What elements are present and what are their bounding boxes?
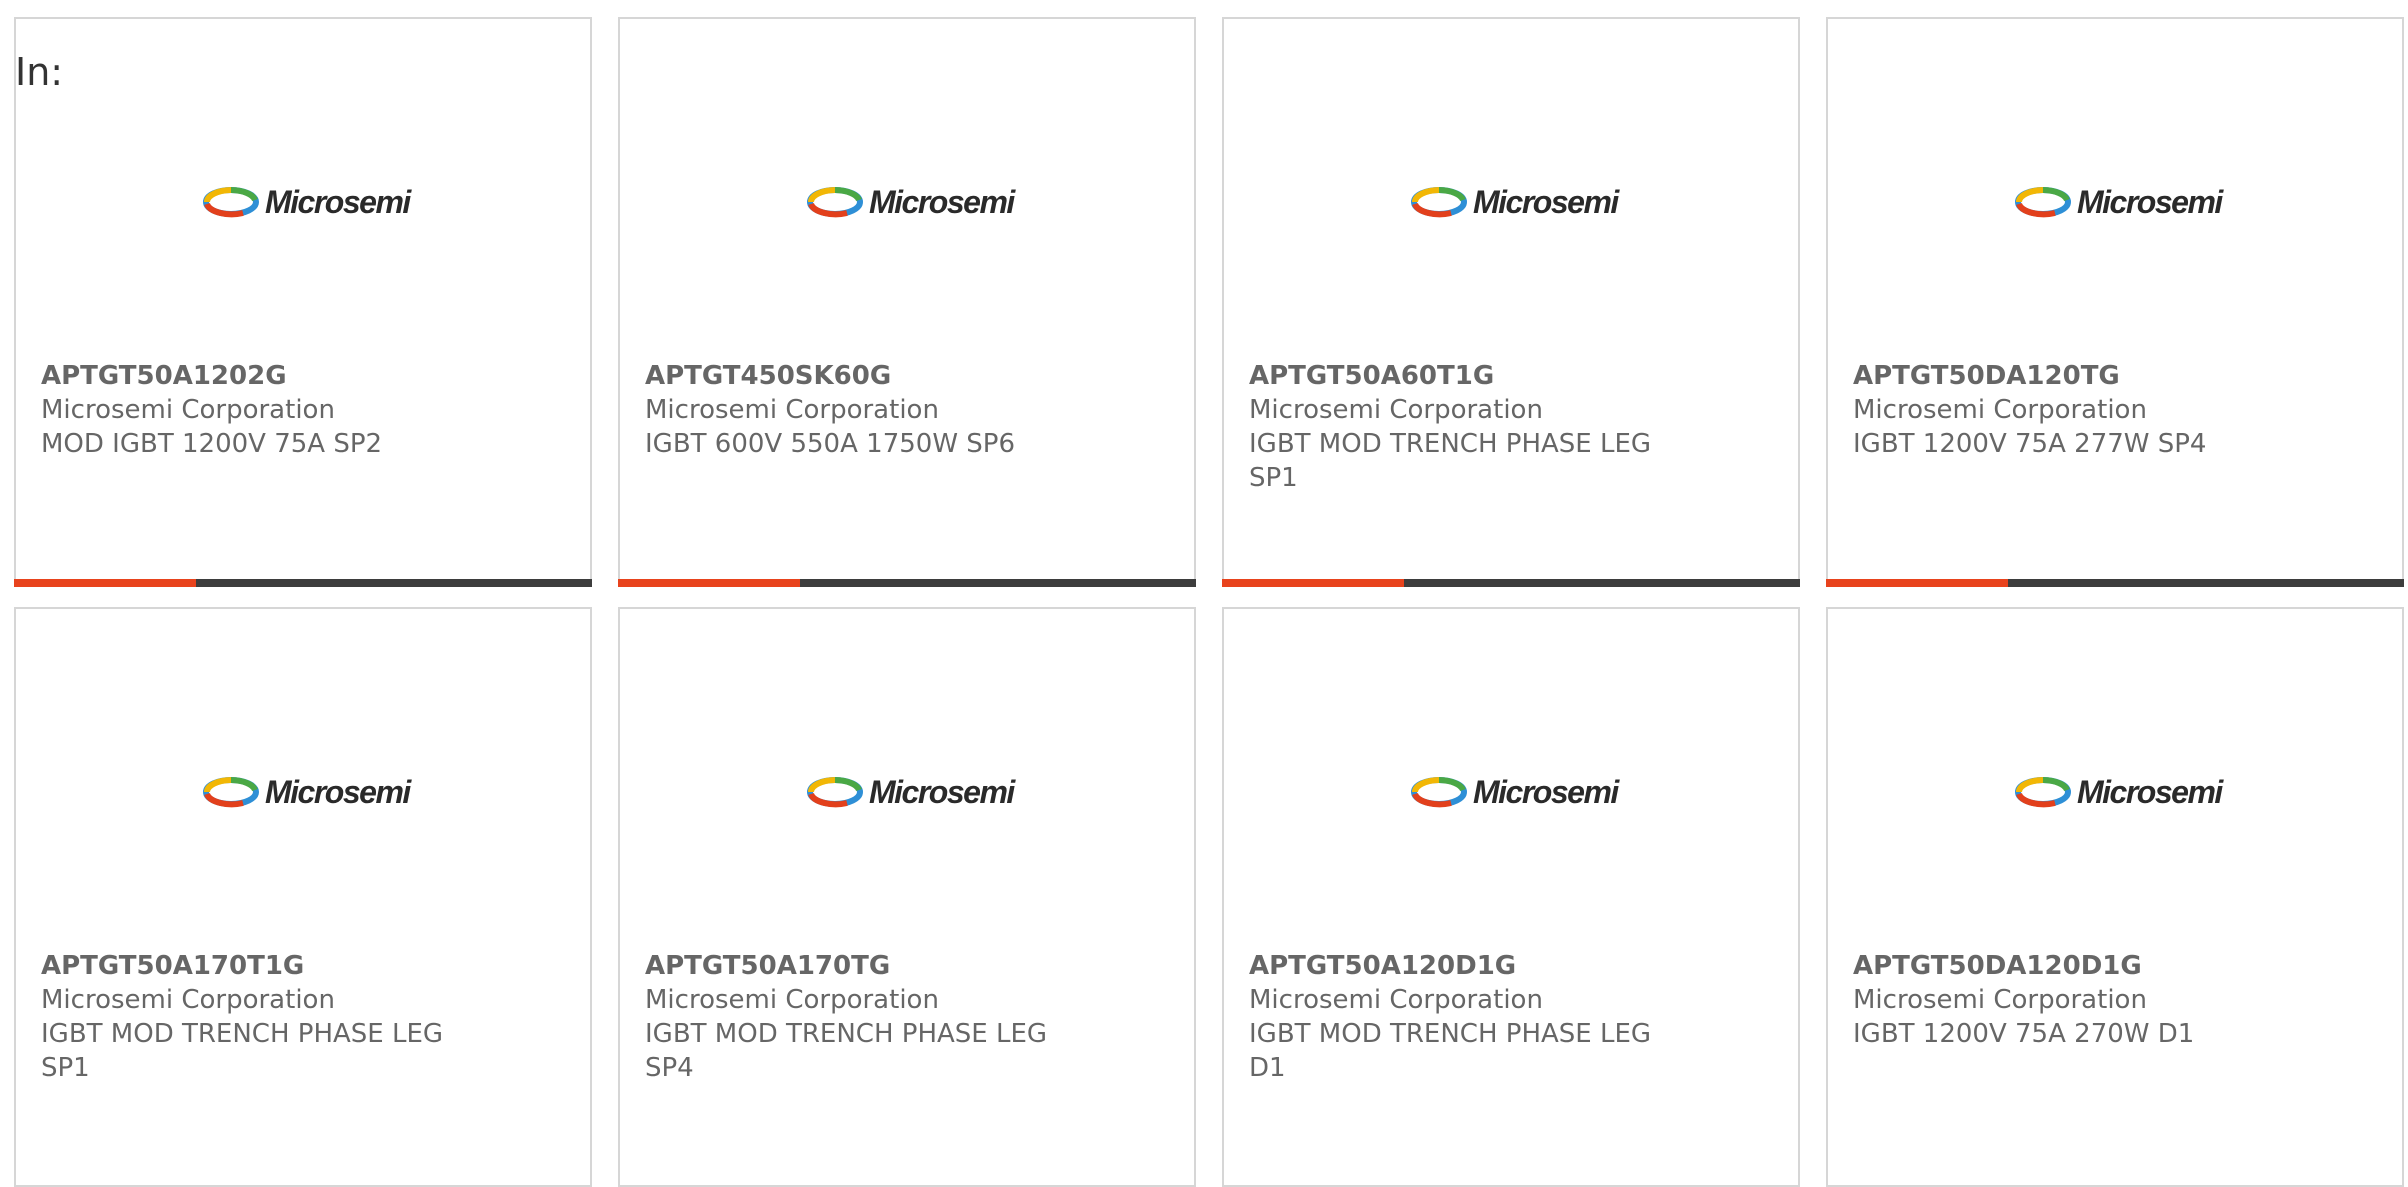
product-description: IGBT MOD TRENCH PHASE LEG D1 — [1249, 1019, 1652, 1083]
card-bottom-bar — [1826, 579, 2404, 587]
manufacturer-name: Microsemi Corporation — [645, 395, 939, 425]
microsemi-logo-icon — [203, 187, 259, 218]
manufacturer-logo: Microsemi — [807, 172, 1017, 232]
logo-text: Microsemi — [1473, 773, 1619, 810]
manufacturer-logo: Microsemi — [2015, 762, 2225, 822]
product-card[interactable]: Microsemi APTGT50A1202G Microsemi Corpor… — [14, 17, 592, 587]
product-description: IGBT 1200V 75A 270W D1 — [1853, 1019, 2195, 1049]
product-card[interactable]: Microsemi APTGT50A60T1G Microsemi Corpor… — [1222, 17, 1800, 587]
card-accent-bar — [14, 579, 196, 587]
card-bottom-bar — [1222, 579, 1800, 587]
logo-text: Microsemi — [1473, 183, 1619, 220]
manufacturer-name: Microsemi Corporation — [41, 395, 335, 425]
manufacturer-logo: Microsemi — [203, 762, 413, 822]
part-number-link[interactable]: APTGT50A120D1G — [1249, 949, 1669, 983]
product-card[interactable]: Microsemi APTGT50A170TG Microsemi Corpor… — [618, 607, 1196, 1187]
microsemi-logo-icon — [2015, 187, 2071, 218]
manufacturer-logo: Microsemi — [807, 762, 1017, 822]
part-number-link[interactable]: APTGT50A60T1G — [1249, 359, 1669, 393]
part-number-link[interactable]: APTGT50A170TG — [645, 949, 1065, 983]
product-description: IGBT MOD TRENCH PHASE LEG SP1 — [1249, 429, 1652, 493]
manufacturer-logo: Microsemi — [203, 172, 413, 232]
microsemi-logo-icon — [2015, 777, 2071, 808]
manufacturer-name: Microsemi Corporation — [645, 985, 939, 1015]
product-description: MOD IGBT 1200V 75A SP2 — [41, 429, 383, 459]
manufacturer-logo: Microsemi — [1411, 762, 1621, 822]
microsemi-logo-icon — [203, 777, 259, 808]
product-card[interactable]: Microsemi APTGT50A170T1G Microsemi Corpo… — [14, 607, 592, 1187]
card-bottom-bar — [618, 579, 1196, 587]
product-card[interactable]: Microsemi APTGT50DA120D1G Microsemi Corp… — [1826, 607, 2404, 1187]
microsemi-logo-icon — [1411, 187, 1467, 218]
card-accent-bar — [618, 579, 800, 587]
part-number-link[interactable]: APTGT50DA120TG — [1853, 359, 2273, 393]
microsemi-logo-icon — [1411, 777, 1467, 808]
part-number-link[interactable]: APTGT50A170T1G — [41, 949, 461, 983]
manufacturer-logo: Microsemi — [1411, 172, 1621, 232]
logo-text: Microsemi — [265, 773, 411, 810]
product-card[interactable]: Microsemi APTGT50DA120TG Microsemi Corpo… — [1826, 17, 2404, 587]
product-description: IGBT 600V 550A 1750W SP6 — [645, 429, 1016, 459]
card-accent-bar — [1222, 579, 1404, 587]
manufacturer-name: Microsemi Corporation — [1853, 985, 2147, 1015]
part-number-link[interactable]: APTGT50A1202G — [41, 359, 461, 393]
manufacturer-name: Microsemi Corporation — [41, 985, 335, 1015]
logo-text: Microsemi — [2077, 773, 2223, 810]
product-description: IGBT MOD TRENCH PHASE LEG SP4 — [645, 1019, 1048, 1083]
product-description: IGBT MOD TRENCH PHASE LEG SP1 — [41, 1019, 444, 1083]
card-bottom-bar — [14, 579, 592, 587]
manufacturer-name: Microsemi Corporation — [1249, 395, 1543, 425]
manufacturer-name: Microsemi Corporation — [1249, 985, 1543, 1015]
part-number-link[interactable]: APTGT50DA120D1G — [1853, 949, 2273, 983]
product-card[interactable]: Microsemi APTGT450SK60G Microsemi Corpor… — [618, 17, 1196, 587]
logo-text: Microsemi — [2077, 183, 2223, 220]
manufacturer-name: Microsemi Corporation — [1853, 395, 2147, 425]
microsemi-logo-icon — [807, 777, 863, 808]
manufacturer-logo: Microsemi — [2015, 172, 2225, 232]
microsemi-logo-icon — [807, 187, 863, 218]
part-number-link[interactable]: APTGT450SK60G — [645, 359, 1065, 393]
product-description: IGBT 1200V 75A 277W SP4 — [1853, 429, 2207, 459]
page-heading: In: — [15, 50, 64, 94]
logo-text: Microsemi — [869, 773, 1015, 810]
card-accent-bar — [1826, 579, 2008, 587]
product-card[interactable]: Microsemi APTGT50A120D1G Microsemi Corpo… — [1222, 607, 1800, 1187]
logo-text: Microsemi — [265, 183, 411, 220]
logo-text: Microsemi — [869, 183, 1015, 220]
